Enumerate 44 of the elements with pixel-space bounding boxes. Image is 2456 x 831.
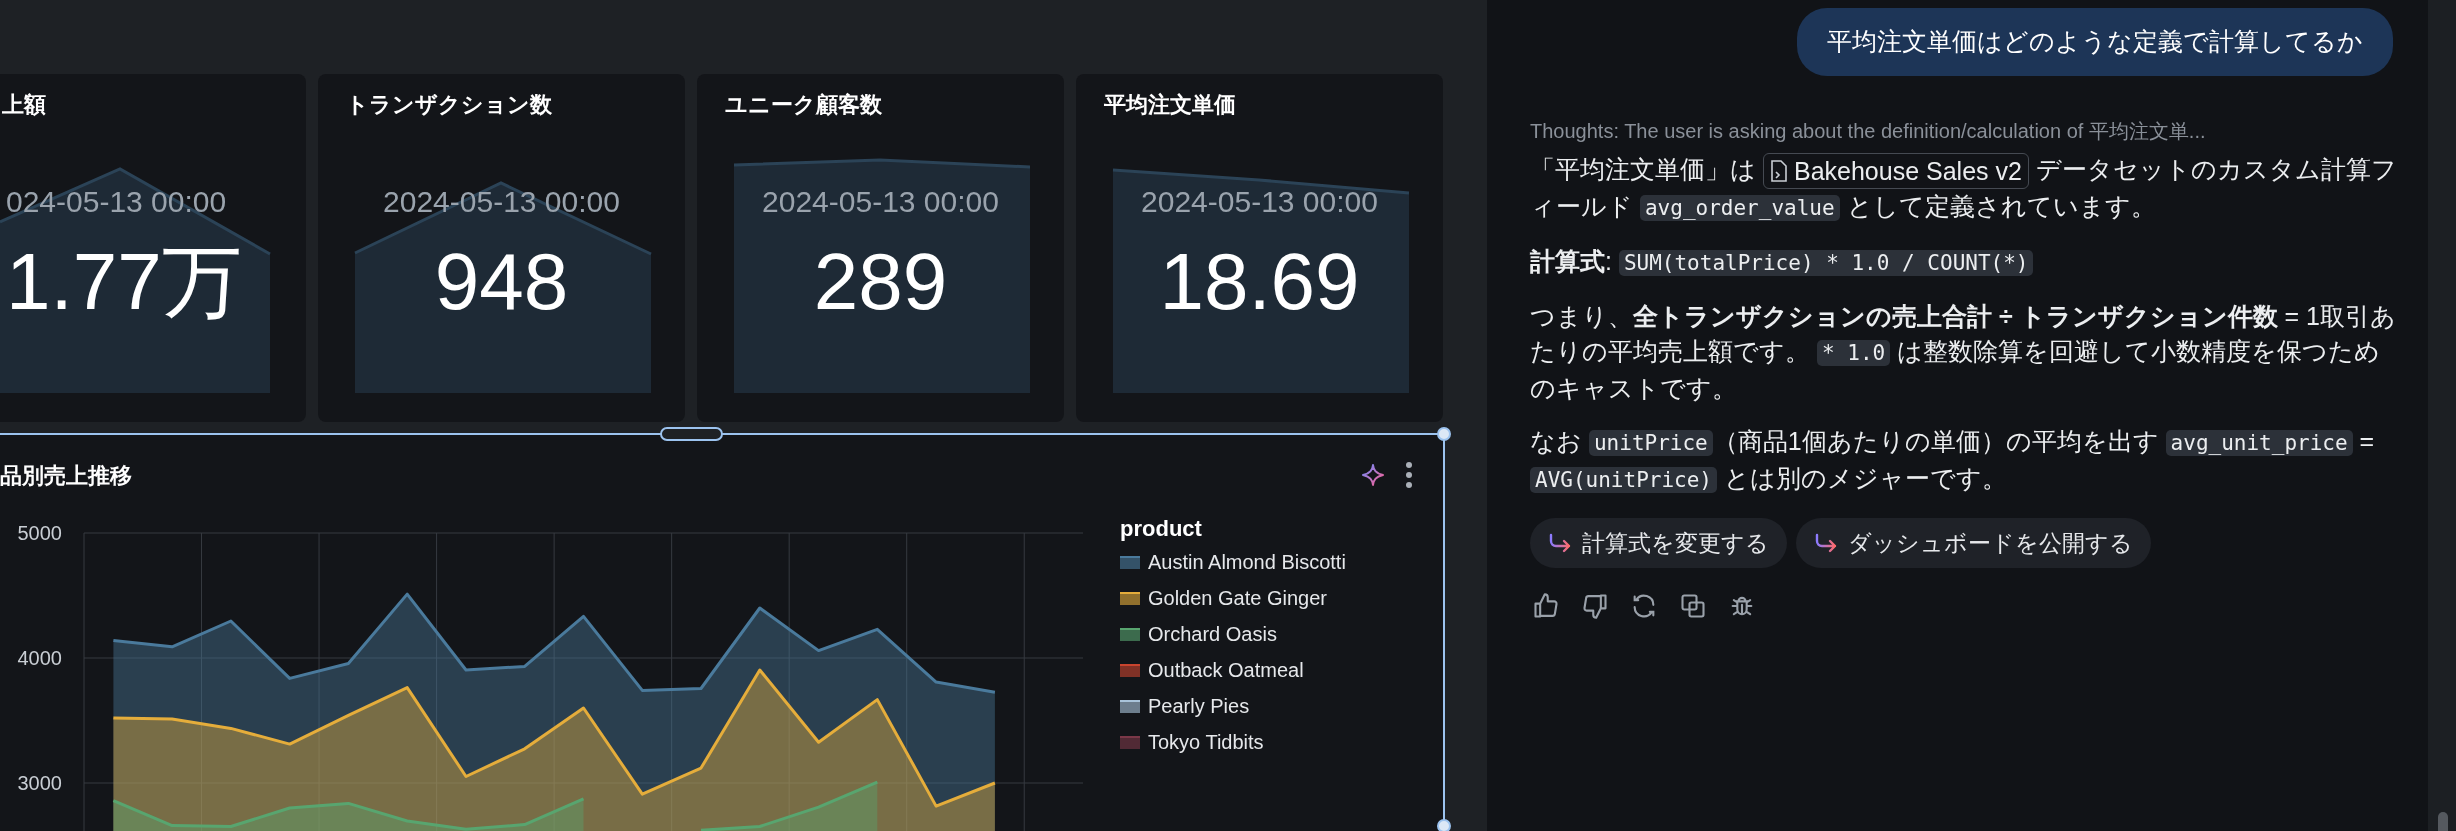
card-title: 上額 [1, 91, 47, 119]
arrow-icon [1814, 533, 1838, 554]
y-tick-label: 5000 [17, 522, 62, 544]
suggestion-button[interactable]: 計算式を変更する [1530, 518, 1787, 569]
answer-paragraph: 計算式: SUM(totalPrice) * 1.0 / COUNT(*) [1530, 244, 2398, 282]
corner-handle[interactable] [1437, 427, 1451, 441]
card-value: 948 [434, 236, 569, 328]
thumbs-up-icon[interactable] [1532, 592, 1560, 621]
card-title: トランザクション数 [345, 91, 553, 119]
answer-paragraph: つまり、全トランザクションの売上合計 ÷ トランザクション件数 = 1取引あたりの平均売上額です。 * 1.0 は整数除算を回避して小数精度を保つためのキャストです。 [1530, 301, 2398, 405]
y-tick-label: 4000 [17, 647, 62, 669]
legend-label: Orchard Oasis [1148, 622, 1277, 647]
copy-icon[interactable] [1679, 592, 1707, 621]
legend-label: Pearly Pies [1148, 694, 1250, 719]
scrollbar-thumb[interactable] [2438, 812, 2448, 831]
answer-paragraph: なお unitPrice （商品1個あたりの単価）の平均を出す avg_unit_price = AVG(unitPrice) とは別のメジャーです。 [1530, 426, 2376, 496]
card-date: 2024-05-13 00:00 [1140, 184, 1379, 220]
sparkle-icon[interactable] [1361, 463, 1385, 487]
card-value: 289 [813, 236, 948, 328]
card-title: 平均注文単価 [1103, 91, 1237, 119]
card-date: 2024-05-13 00:00 [761, 184, 1000, 220]
legend-title: product [1120, 515, 1203, 543]
arrow-icon [1548, 533, 1572, 554]
user-message: 平均注文単価はどのような定義で計算してるか [1797, 8, 2393, 76]
card-value: 1.77万 [6, 236, 242, 328]
dataset-chip[interactable]: Bakehouse Sales v2 [1762, 153, 2029, 190]
chart-title: 品別売上推移 [0, 461, 132, 490]
card-date: 2024-05-13 00:00 [382, 184, 621, 220]
suggestion-button[interactable]: ダッシュボードを公開する [1796, 518, 2151, 569]
corner-handle[interactable] [1437, 819, 1451, 831]
legend-label: Austin Almond Biscotti [1148, 550, 1346, 575]
thoughts-text: Thoughts: The user is asking about the definition/calculation of 平均注文単... [1530, 119, 2207, 144]
thumbs-down-icon[interactable] [1581, 592, 1609, 621]
card-title: ユニーク顧客数 [724, 91, 883, 119]
more-options-icon[interactable] [1405, 462, 1413, 488]
answer-paragraph: 「平均注文単価」は Bakehouse Sales v2 データセットのカスタム計算フィールド avg_order_value として定義されています。 [1530, 152, 2398, 224]
legend-label: Outback Oatmeal [1148, 658, 1304, 683]
y-tick-label: 3000 [17, 772, 62, 794]
card-date: 024-05-13 00:00 [5, 184, 228, 220]
legend-label: Tokyo Tidbits [1148, 730, 1264, 755]
file-icon [1769, 160, 1788, 183]
card-value: 18.69 [1159, 236, 1360, 328]
legend-label: Golden Gate Ginger [1148, 586, 1327, 611]
resize-handle[interactable] [660, 427, 723, 441]
